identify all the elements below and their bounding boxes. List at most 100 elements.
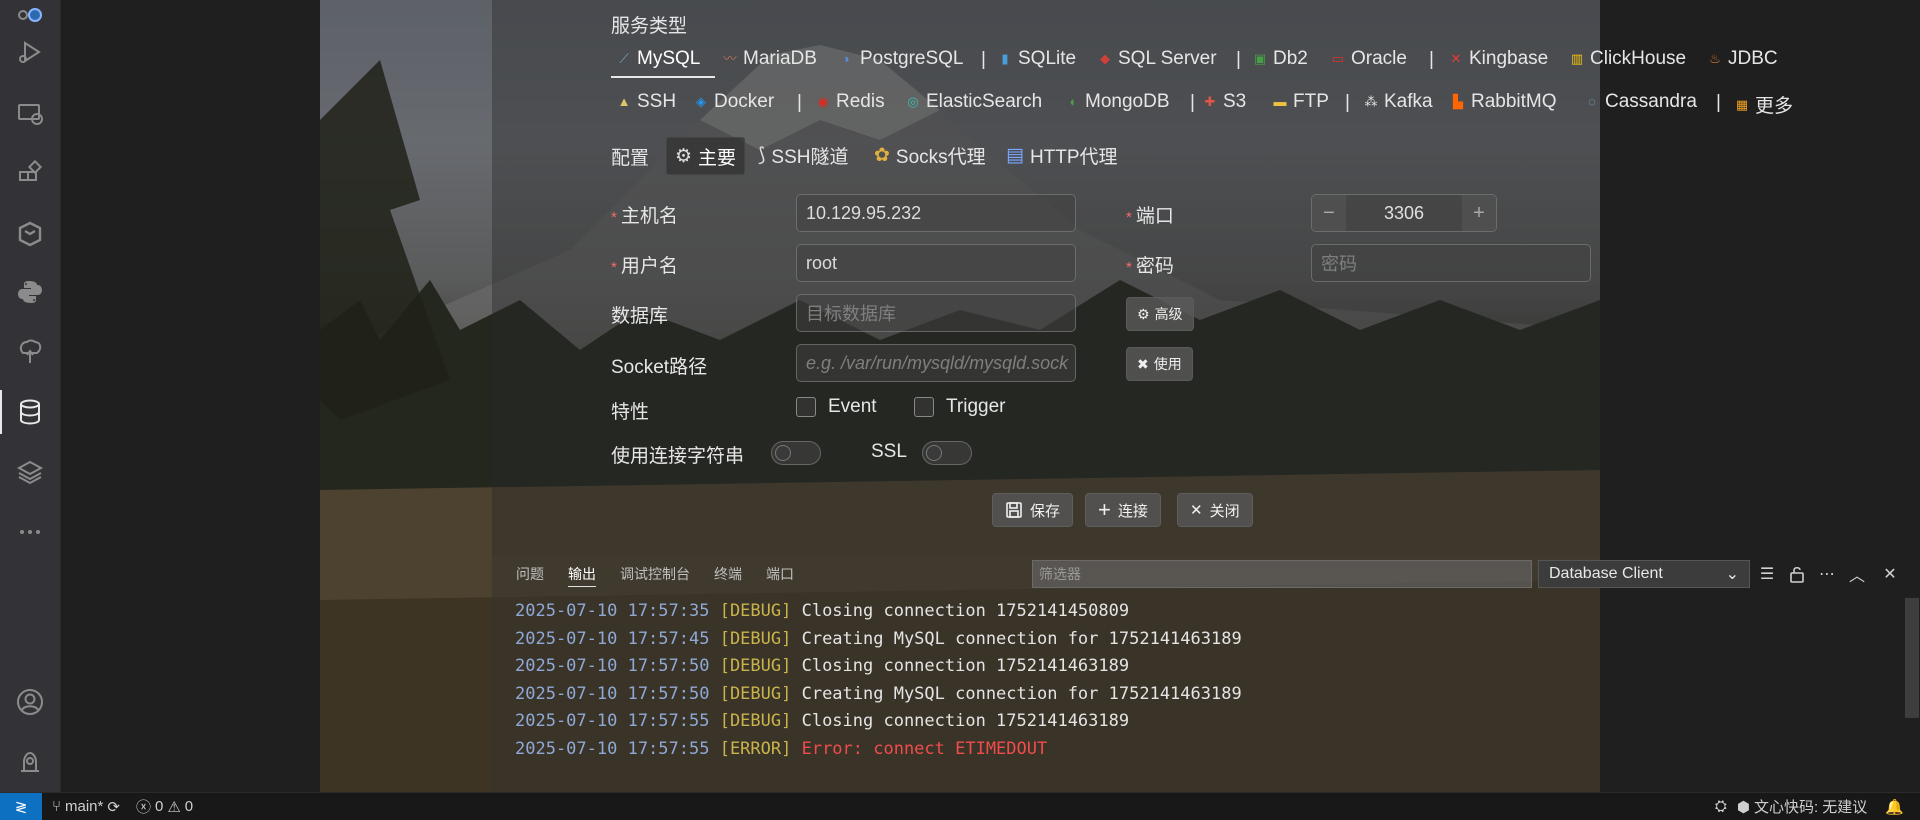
log-level: [DEBUG] — [719, 628, 802, 649]
service-sqlite[interactable]: ▮ SQLite — [998, 48, 1076, 70]
log-message: Closing connection 1752141463189 — [801, 656, 1130, 676]
port-value[interactable]: 3306 — [1346, 195, 1462, 231]
config-tab-2[interactable]: ✿ Socks代理 — [874, 137, 986, 173]
panel-tab[interactable]: 调试控制台 — [620, 556, 690, 592]
socket-input[interactable]: e.g. /var/run/mysqld/mysqld.sock — [796, 344, 1076, 382]
service-kingbase[interactable]: ✕ Kingbase — [1449, 48, 1549, 70]
config-tab-0[interactable]: ⚙ 主要 — [666, 137, 746, 175]
service-separator: | — [1190, 92, 1195, 113]
panel-tab[interactable]: 问题 — [516, 556, 544, 592]
database-label: 数据库 — [611, 306, 669, 327]
service-mariadb[interactable]: 〰 MariaDB — [723, 48, 816, 70]
service-separator: | — [1716, 92, 1721, 113]
required-mark: * — [611, 209, 617, 226]
folder-icon: ▬ — [1273, 94, 1287, 109]
database-input[interactable]: 目标数据库 — [796, 294, 1076, 332]
panel-tab[interactable]: 输出 — [568, 556, 596, 592]
port-stepper[interactable]: − 3306 + — [1311, 194, 1497, 232]
account-icon[interactable] — [0, 678, 60, 726]
oracle-icon: ▭ — [1331, 51, 1345, 66]
remote-indicator-icon[interactable]: ≷ — [0, 793, 42, 820]
log-timestamp: 2025-07-10 17:57:50 — [515, 683, 720, 704]
host-label-text: 主机名 — [620, 206, 678, 227]
service-label: S3 — [1223, 91, 1247, 112]
event-checkbox[interactable]: Event — [796, 396, 877, 418]
service-s3[interactable]: ✚ S3 — [1203, 91, 1247, 113]
service-mysql[interactable]: ⟋ MySQL — [617, 48, 700, 70]
output-channel-value: Database Client — [1549, 565, 1663, 582]
close-button[interactable]: ✕ 关闭 — [1177, 493, 1253, 527]
checkbox-box[interactable] — [796, 397, 816, 417]
log-timestamp: 2025-07-10 17:57:55 — [515, 738, 720, 759]
checkbox-box[interactable] — [914, 397, 934, 417]
config-tab-1[interactable]: ⟆ SSH隧道 — [758, 137, 849, 173]
filter-input[interactable]: 筛选器 — [1032, 560, 1532, 588]
use-button[interactable]: ✖ 使用 — [1126, 347, 1193, 381]
config-tab-3[interactable]: ▤ HTTP代理 — [1006, 137, 1118, 173]
service-label: SSH — [637, 91, 677, 112]
service-db2[interactable]: ▣ Db2 — [1253, 48, 1308, 70]
service-postgresql[interactable]: ◗ PostgreSQL — [840, 48, 963, 70]
manage-icon[interactable] — [0, 738, 60, 786]
problems-status[interactable]: ⓧ 0 ⚠ 0 — [136, 796, 193, 817]
username-input[interactable]: root — [796, 244, 1076, 282]
use-button-label: 使用 — [1153, 356, 1182, 372]
trigger-label: Trigger — [946, 396, 1006, 417]
tunnel-icon: ⟆ — [758, 144, 766, 166]
service-sql-server[interactable]: ◆ SQL Server — [1098, 48, 1217, 70]
notifications-icon[interactable]: 🔔 — [1885, 798, 1904, 816]
clear-output-icon[interactable]: ☰ — [1755, 562, 1779, 586]
service-ftp[interactable]: ▬ FTP — [1273, 91, 1329, 113]
service-clickhouse[interactable]: ▥ ClickHouse — [1570, 48, 1686, 70]
close-panel-icon[interactable]: ✕ — [1878, 562, 1902, 586]
error-count: 0 — [154, 798, 164, 815]
service-cassandra[interactable]: ◌ Cassandra — [1585, 91, 1697, 113]
ai-status-text: 文心快码: 无建议 — [1753, 799, 1868, 816]
elasticsearch-icon: ◎ — [907, 94, 919, 109]
service-oracle[interactable]: ▭ Oracle — [1331, 48, 1407, 70]
output-scrollbar[interactable] — [1905, 598, 1919, 718]
save-button[interactable]: 保存 — [992, 493, 1074, 527]
gear-icon: ⚙ — [1137, 305, 1150, 322]
ssl-toggle[interactable] — [922, 441, 972, 465]
postgresql-icon: ◗ — [843, 51, 851, 66]
copilot-status[interactable]: ⛭ — [1715, 798, 1727, 815]
branch-status[interactable]: ⑂ main* ⟳ — [52, 798, 120, 816]
panel-tab[interactable]: 终端 — [714, 556, 742, 592]
password-input[interactable]: 密码 — [1311, 244, 1591, 282]
log-line: 2025-07-10 17:57:50 [DEBUG] Creating MyS… — [515, 681, 1242, 709]
connect-button[interactable]: + 连接 — [1085, 493, 1161, 527]
output-channel-select[interactable]: Database Client ⌄ — [1538, 560, 1750, 588]
plus-icon: + — [1098, 497, 1111, 522]
sync-icon[interactable]: ⟳ — [107, 798, 120, 816]
maximize-panel-icon[interactable]: ︿ — [1845, 562, 1869, 586]
service-docker[interactable]: ◈ Docker — [694, 91, 774, 113]
docker-icon: ◈ — [696, 94, 706, 109]
service-ssh[interactable]: ▲ SSH — [617, 91, 677, 113]
ai-status[interactable]: ⬢ 文心快码: 无建议 — [1737, 796, 1867, 817]
service-mongodb[interactable]: ◖ MongoDB — [1065, 91, 1169, 113]
trigger-checkbox[interactable]: Trigger — [914, 396, 1005, 418]
service-rabbitmq[interactable]: ▙ RabbitMQ — [1451, 91, 1557, 113]
tools-icon: ✖ — [1137, 355, 1149, 372]
config-label: 配置 — [611, 148, 650, 169]
advanced-button[interactable]: ⚙ 高级 — [1126, 297, 1194, 331]
service-jdbc[interactable]: ♨ JDBC — [1708, 48, 1777, 70]
conn-string-toggle[interactable] — [771, 441, 821, 465]
log-line: 2025-07-10 17:57:55 [ERROR] Error: conne… — [515, 736, 1242, 764]
port-increment-button[interactable]: + — [1462, 195, 1496, 231]
lock-icon[interactable] — [1785, 562, 1809, 586]
more-actions-icon[interactable]: ⋯ — [1815, 562, 1839, 586]
grid-icon: ▦ — [1735, 96, 1749, 112]
service-redis[interactable]: ◉ Redis — [816, 91, 884, 113]
port-decrement-button[interactable]: − — [1312, 195, 1346, 231]
panel-tab[interactable]: 端口 — [766, 556, 794, 592]
clickhouse-icon: ▥ — [1570, 51, 1584, 66]
service-kafka[interactable]: ⁂ Kafka — [1364, 91, 1433, 113]
proxy-icon: ✿ — [874, 144, 890, 166]
host-input[interactable]: 10.129.95.232 — [796, 194, 1076, 232]
service-elasticsearch[interactable]: ◎ ElasticSearch — [906, 91, 1042, 113]
service-更多[interactable]: ▦ 更多 — [1735, 91, 1793, 118]
service-separator: | — [797, 92, 802, 113]
service-label: ClickHouse — [1590, 48, 1687, 69]
